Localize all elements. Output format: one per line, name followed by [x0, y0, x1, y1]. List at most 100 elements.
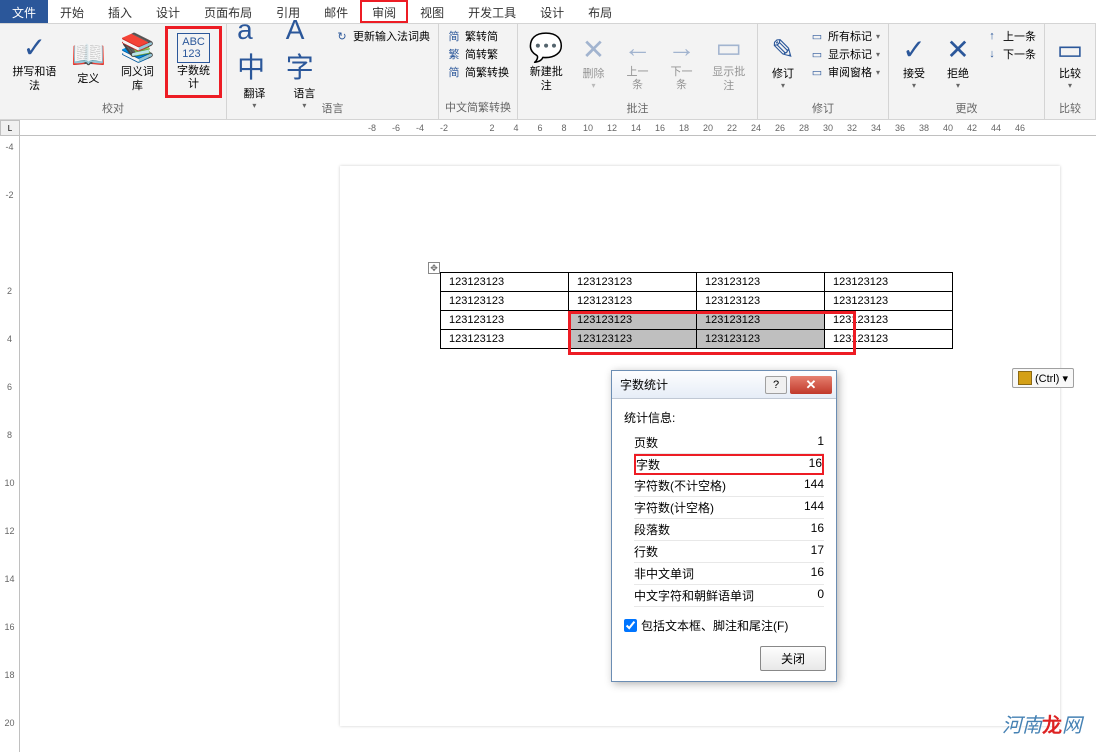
stat-row-字符数(不计空格): 字符数(不计空格)144: [634, 475, 824, 497]
ribbon-small-更新输入法词典[interactable]: ↻更新输入法词典: [335, 28, 430, 44]
dialog-help-button[interactable]: ?: [765, 376, 787, 394]
ribbon-group-语言: a中翻译 ▾A字语言 ▾↻更新输入法词典语言: [227, 24, 439, 119]
ribbon-small-简转繁[interactable]: 繁简转繁: [447, 46, 509, 62]
ribbon-btn-删除[interactable]: ✕删除 ▾: [572, 26, 614, 98]
menu-插入[interactable]: 插入: [96, 0, 144, 23]
document-area: ✥ 12312312312312312312312312312312312312…: [20, 136, 1096, 752]
ribbon-btn-接受[interactable]: ✓接受 ▾: [893, 26, 935, 98]
table-row: 123123123123123123123123123123123123: [441, 273, 953, 292]
ribbon-small-审阅窗格[interactable]: ▭审阅窗格 ▾: [810, 64, 880, 80]
所有标记-icon: ▭: [810, 29, 824, 43]
table-cell[interactable]: 123123123: [569, 311, 697, 330]
ribbon-btn-同义词库[interactable]: 📚同义词库: [112, 26, 163, 98]
menu-布局[interactable]: 布局: [576, 0, 624, 23]
ribbon-btn-字数统计[interactable]: ABC123字数统计: [165, 26, 222, 98]
table-move-handle[interactable]: ✥: [428, 262, 440, 274]
stat-row-字数: 字数16: [634, 454, 824, 475]
字数统计-icon: ABC123: [177, 33, 210, 63]
clipboard-icon: [1018, 371, 1032, 385]
简繁转换-icon: 简: [447, 65, 461, 79]
新建批注-icon: 💬: [529, 31, 564, 64]
dialog-titlebar[interactable]: 字数统计 ? ✕: [612, 371, 836, 399]
ribbon-small-下一条[interactable]: ↓下一条: [985, 46, 1036, 62]
下一条-icon: →: [667, 32, 695, 64]
审阅窗格-icon: ▭: [810, 65, 824, 79]
table-cell[interactable]: 123123123: [825, 311, 953, 330]
table-cell[interactable]: 123123123: [825, 292, 953, 311]
table-cell[interactable]: 123123123: [441, 273, 569, 292]
ribbon-small-简繁转换[interactable]: 简简繁转换: [447, 64, 509, 80]
table-cell[interactable]: 123123123: [441, 311, 569, 330]
dialog-title: 字数统计: [616, 376, 765, 393]
ribbon-btn-翻译[interactable]: a中翻译 ▾: [231, 26, 278, 98]
ribbon: ✓拼写和语法📖定义📚同义词库ABC123字数统计校对a中翻译 ▾A字语言 ▾↻更…: [0, 24, 1096, 120]
table-cell[interactable]: 123123123: [697, 330, 825, 349]
ribbon-small-所有标记[interactable]: ▭所有标记 ▾: [810, 28, 880, 44]
table-cell[interactable]: 123123123: [569, 330, 697, 349]
table-cell[interactable]: 123123123: [697, 273, 825, 292]
table-cell[interactable]: 123123123: [697, 292, 825, 311]
ribbon-btn-下一条[interactable]: →下一条: [660, 26, 702, 98]
ribbon-btn-拒绝[interactable]: ✕拒绝 ▾: [937, 26, 979, 98]
翻译-icon: a中: [237, 14, 272, 86]
table-row: 123123123123123123123123123123123123: [441, 330, 953, 349]
ribbon-btn-比较[interactable]: ▭比较 ▾: [1049, 26, 1091, 98]
stat-row-字符数(计空格): 字符数(计空格)144: [634, 497, 824, 519]
ribbon-btn-拼写和语法[interactable]: ✓拼写和语法: [4, 26, 65, 98]
menu-视图[interactable]: 视图: [408, 0, 456, 23]
dialog-close-button[interactable]: ✕: [790, 376, 832, 394]
ribbon-small-上一条[interactable]: ↑上一条: [985, 28, 1036, 44]
同义词库-icon: 📚: [120, 31, 155, 64]
include-textbox-checkbox[interactable]: 包括文本框、脚注和尾注(F): [624, 617, 824, 634]
table-cell[interactable]: 123123123: [825, 330, 953, 349]
ribbon-btn-显示批注[interactable]: ▭显示批注: [704, 26, 753, 98]
ribbon-btn-新建批注[interactable]: 💬新建批注: [522, 26, 571, 98]
stat-row-中文字符和朝鲜语单词: 中文字符和朝鲜语单词0: [634, 585, 824, 607]
ribbon-small-显示标记[interactable]: ▭显示标记 ▾: [810, 46, 880, 62]
stats-section-label: 统计信息:: [624, 409, 824, 426]
拒绝-icon: ✕: [946, 33, 969, 66]
close-button[interactable]: 关闭: [760, 646, 826, 671]
table-cell[interactable]: 123123123: [697, 311, 825, 330]
上一条-icon: ←: [623, 32, 651, 64]
ribbon-group-更改: ✓接受 ▾✕拒绝 ▾↑上一条↓下一条更改: [889, 24, 1045, 119]
table-cell[interactable]: 123123123: [441, 292, 569, 311]
接受-icon: ✓: [902, 33, 925, 66]
显示批注-icon: ▭: [715, 31, 741, 64]
checkbox-label: 包括文本框、脚注和尾注(F): [641, 617, 788, 634]
ribbon-btn-定义[interactable]: 📖定义: [67, 26, 110, 98]
menu-开发工具[interactable]: 开发工具: [456, 0, 528, 23]
ribbon-group-校对: ✓拼写和语法📖定义📚同义词库ABC123字数统计校对: [0, 24, 227, 119]
修订-icon: ✎: [771, 33, 794, 66]
paste-options-button[interactable]: (Ctrl) ▾: [1012, 368, 1074, 388]
ribbon-group-修订: ✎修订 ▾▭所有标记 ▾▭显示标记 ▾▭审阅窗格 ▾修订: [758, 24, 889, 119]
data-table[interactable]: 1231231231231231231231231231231231231231…: [440, 272, 953, 349]
table-row: 123123123123123123123123123123123123: [441, 311, 953, 330]
table-cell[interactable]: 123123123: [825, 273, 953, 292]
table-cell[interactable]: 123123123: [569, 273, 697, 292]
menu-文件[interactable]: 文件: [0, 0, 48, 23]
dialog-footer: 关闭: [612, 642, 836, 681]
menu-bar: 文件开始插入设计页面布局引用邮件审阅视图开发工具设计布局: [0, 0, 1096, 24]
ribbon-small-繁转简[interactable]: 简繁转简: [447, 28, 509, 44]
拼写和语法-icon: ✓: [23, 31, 46, 64]
ribbon-group-批注: 💬新建批注✕删除 ▾←上一条→下一条▭显示批注批注: [518, 24, 758, 119]
table-row: 123123123123123123123123123123123123: [441, 292, 953, 311]
menu-审阅[interactable]: 审阅: [360, 0, 408, 23]
ribbon-btn-上一条[interactable]: ←上一条: [616, 26, 658, 98]
menu-设计[interactable]: 设计: [528, 0, 576, 23]
ctrl-label: (Ctrl) ▾: [1035, 372, 1068, 385]
ribbon-btn-语言[interactable]: A字语言 ▾: [280, 26, 329, 98]
ribbon-btn-修订[interactable]: ✎修订 ▾: [762, 26, 804, 98]
繁转简-icon: 简: [447, 29, 461, 43]
删除-icon: ✕: [582, 33, 605, 66]
table-cell[interactable]: 123123123: [441, 330, 569, 349]
checkbox-input[interactable]: [624, 619, 637, 632]
ruler-corner: L: [0, 120, 20, 136]
menu-设计[interactable]: 设计: [144, 0, 192, 23]
table-cell[interactable]: 123123123: [569, 292, 697, 311]
menu-开始[interactable]: 开始: [48, 0, 96, 23]
stat-row-非中文单词: 非中文单词16: [634, 563, 824, 585]
定义-icon: 📖: [71, 38, 106, 71]
更新输入法词典-icon: ↻: [335, 29, 349, 43]
